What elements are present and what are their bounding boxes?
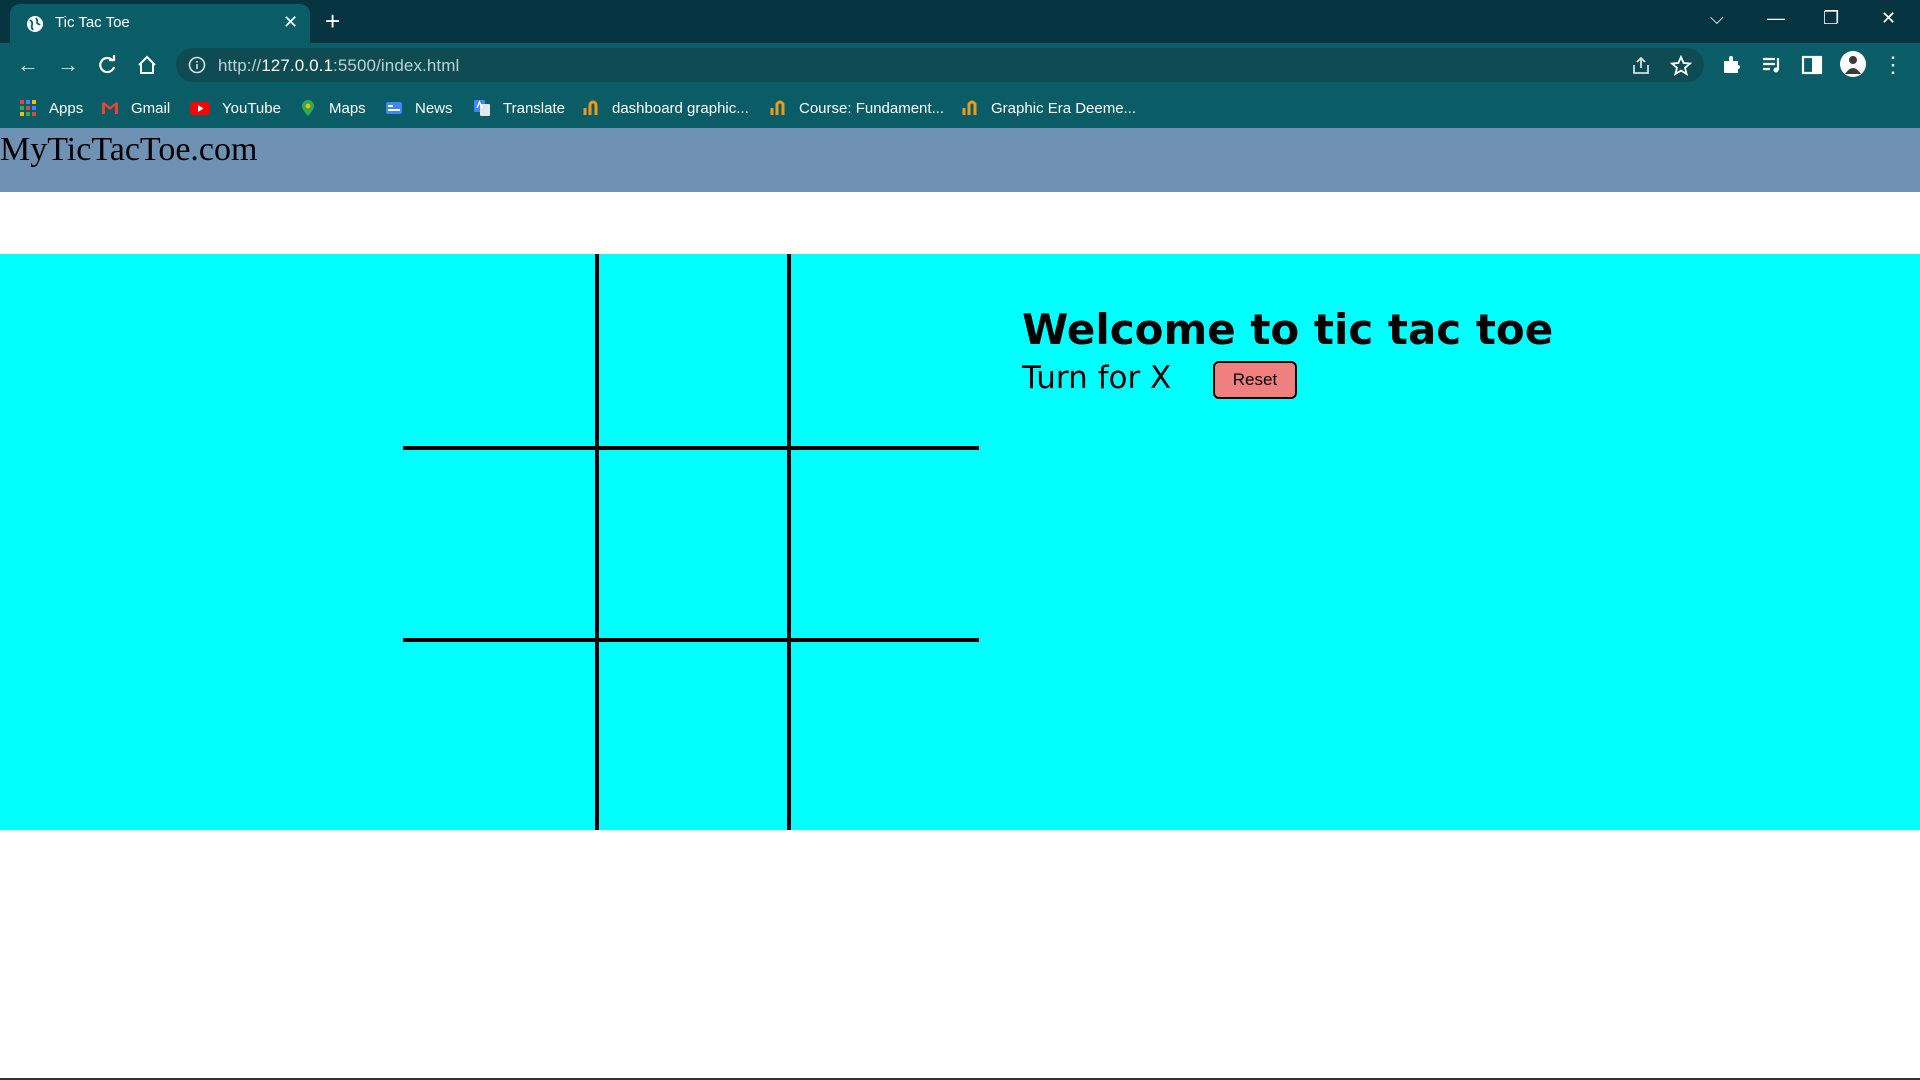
address-bar[interactable]: http://127.0.0.1:5500/index.html: [176, 48, 1704, 82]
url-path: :5500/index.html: [333, 56, 460, 75]
bookmark-star-icon[interactable]: [1670, 55, 1692, 77]
game-info: Welcome to tic tac toe Turn for X Reset: [1022, 302, 1622, 404]
maps-icon: [302, 100, 314, 116]
board-cell[interactable]: [595, 446, 787, 638]
url-host: 127.0.0.1: [261, 56, 334, 75]
coursera-icon: [770, 100, 785, 115]
browser-toolbar: ← → http://127.0.0.1:5500/index.html ⋮: [0, 43, 1920, 87]
welcome-heading: Welcome to tic tac toe: [1022, 305, 1554, 354]
game-board: [403, 254, 979, 830]
new-tab-button[interactable]: +: [325, 6, 340, 36]
tab-strip: Tic Tac Toe ✕ + ⌵ — ❐ ✕: [0, 0, 1920, 43]
side-panel-icon[interactable]: [1800, 53, 1824, 77]
cell-mark: [403, 254, 595, 446]
board-cell[interactable]: [787, 254, 979, 446]
cell-mark: [403, 642, 595, 830]
bookmark-youtube[interactable]: YouTube: [190, 98, 281, 118]
profile-avatar-icon[interactable]: [1839, 50, 1867, 78]
apps-grid-icon: [20, 100, 36, 116]
share-icon[interactable]: [1630, 55, 1652, 77]
cell-mark: [403, 450, 595, 638]
forward-icon[interactable]: →: [55, 52, 81, 78]
home-icon[interactable]: [136, 54, 158, 76]
board-cell[interactable]: [595, 638, 787, 830]
browser-tab[interactable]: Tic Tac Toe ✕: [10, 4, 310, 43]
tab-title: Tic Tac Toe: [55, 14, 130, 31]
bookmark-label: Translate: [503, 99, 565, 117]
close-window-button[interactable]: ✕: [1881, 8, 1896, 28]
bookmark-apps[interactable]: Apps: [19, 98, 83, 118]
board-cell[interactable]: [403, 254, 595, 446]
turn-row: Turn for X Reset: [1022, 358, 1622, 404]
gmail-icon: [102, 102, 118, 114]
bookmark-dashboard-graphic[interactable]: dashboard graphic...: [582, 98, 749, 118]
cell-mark: [599, 642, 787, 830]
bookmark-label: dashboard graphic...: [612, 99, 749, 117]
media-control-icon[interactable]: [1760, 53, 1784, 77]
game-container: Welcome to tic tac toe Turn for X Reset: [0, 254, 1920, 830]
extensions-icon[interactable]: [1720, 53, 1744, 77]
bookmark-label: Course: Fundament...: [799, 99, 945, 117]
bookmark-graphic-era[interactable]: Graphic Era Deeme...: [961, 98, 1136, 118]
bookmark-label: News: [415, 99, 453, 117]
globe-icon: [27, 16, 43, 32]
bookmark-label: YouTube: [222, 99, 281, 117]
site-info-icon[interactable]: [188, 56, 206, 74]
board-cell[interactable]: [403, 446, 595, 638]
news-icon: [386, 102, 402, 114]
bookmark-label: Gmail: [131, 99, 171, 117]
tab-search-icon[interactable]: ⌵: [1710, 8, 1724, 28]
url-text[interactable]: http://127.0.0.1:5500/index.html: [218, 56, 459, 76]
back-icon[interactable]: ←: [15, 52, 41, 78]
bookmark-label: Maps: [329, 99, 366, 117]
bookmark-news[interactable]: News: [385, 98, 453, 118]
bookmark-gmail[interactable]: Gmail: [101, 98, 170, 118]
cell-mark: [791, 642, 979, 830]
tab-close-icon[interactable]: ✕: [283, 12, 298, 32]
cell-mark: [791, 254, 979, 446]
board-cell[interactable]: [403, 638, 595, 830]
restore-button[interactable]: ❐: [1823, 8, 1839, 28]
coursera-icon: [962, 100, 977, 115]
bookmark-label: Graphic Era Deeme...: [991, 99, 1137, 117]
cell-mark: [599, 254, 787, 446]
site-brand[interactable]: MyTicTacToe.com: [0, 128, 257, 172]
web-page: MyTicTacToe.com Welcome to tic tac toe T…: [0, 128, 1920, 1080]
cell-mark: [599, 450, 787, 638]
reload-icon[interactable]: [96, 54, 118, 76]
url-scheme: http://: [218, 56, 262, 75]
board-cell[interactable]: [787, 446, 979, 638]
cell-mark: [791, 450, 979, 638]
board-cell[interactable]: [787, 638, 979, 830]
site-navbar: MyTicTacToe.com: [0, 128, 1920, 192]
bookmarks-bar: Apps Gmail YouTube Maps News Translate d…: [0, 87, 1920, 128]
translate-icon: [474, 100, 490, 116]
reset-button[interactable]: Reset: [1213, 361, 1297, 399]
bookmark-translate[interactable]: Translate: [473, 98, 565, 118]
bookmark-label: Apps: [49, 99, 84, 117]
youtube-icon: [190, 102, 210, 115]
board-cell[interactable]: [595, 254, 787, 446]
bookmark-maps[interactable]: Maps: [299, 98, 366, 118]
browser-menu-icon[interactable]: ⋮: [1880, 52, 1906, 78]
bookmark-course-fundament[interactable]: Course: Fundament...: [769, 98, 944, 118]
turn-indicator: Turn for X: [1022, 360, 1172, 396]
coursera-icon: [583, 100, 598, 115]
minimize-button[interactable]: —: [1767, 8, 1785, 28]
